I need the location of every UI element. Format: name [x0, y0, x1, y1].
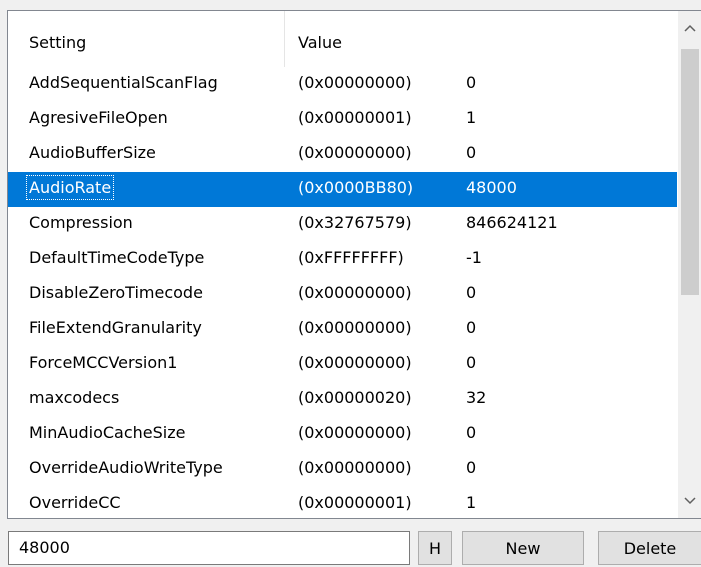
hex-value-cell: (0x0000BB80): [298, 178, 414, 197]
decimal-value-cell: 0: [466, 458, 477, 477]
hex-value-cell: (0x00000001): [298, 108, 412, 127]
setting-name-cell: ForceMCCVersion1: [29, 353, 178, 372]
hex-value-cell: (0x00000000): [298, 423, 412, 442]
settings-rows: AddSequentialScanFlag (0x00000000) 0 Agresi…: [8, 67, 677, 518]
table-row[interactable]: ForceMCCVersion1 (0x00000000) 0: [8, 347, 677, 382]
decimal-value-cell: 32: [466, 388, 487, 407]
hex-value-cell: (0x00000001): [298, 493, 412, 512]
decimal-value-cell: 1: [466, 108, 477, 127]
table-row[interactable]: AudioRate (0x0000BB80) 48000: [8, 172, 677, 207]
decimal-value-cell: 846624121: [466, 213, 558, 232]
setting-name-cell: AudioRate: [25, 175, 115, 200]
hex-value-cell: (0x00000000): [298, 143, 412, 162]
setting-name-cell: DisableZeroTimecode: [29, 283, 203, 302]
registry-settings-panel: Setting Value AddSequentialScanFlag (0x00…: [0, 0, 701, 567]
table-row[interactable]: DisableZeroTimecode (0x00000000) 0: [8, 277, 677, 312]
decimal-value-cell: 1: [466, 493, 477, 512]
setting-name-cell: MinAudioCacheSize: [29, 423, 186, 442]
setting-name-cell: maxcodecs: [29, 388, 120, 407]
table-row[interactable]: MinAudioCacheSize (0x00000000) 0: [8, 417, 677, 452]
setting-name-cell: DefaultTimeCodeType: [29, 248, 205, 267]
decimal-value-cell: 0: [466, 353, 477, 372]
table-row[interactable]: Compression (0x32767579) 846624121: [8, 207, 677, 242]
settings-list[interactable]: Setting Value AddSequentialScanFlag (0x00…: [7, 10, 701, 519]
setting-name-cell: OverrideAudioWriteType: [29, 458, 223, 477]
table-row[interactable]: OverrideAudioWriteType (0x00000000) 0: [8, 452, 677, 487]
column-header-value[interactable]: Value: [298, 33, 342, 52]
new-button[interactable]: New: [462, 531, 584, 565]
hex-value-cell: (0x00000000): [298, 283, 412, 302]
hex-value-cell: (0x00000000): [298, 353, 412, 372]
hex-value-cell: (0xFFFFFFFF): [298, 248, 404, 267]
hex-value-cell: (0x32767579): [298, 213, 412, 232]
vertical-scrollbar[interactable]: [678, 11, 701, 518]
table-row[interactable]: AddSequentialScanFlag (0x00000000) 0: [8, 67, 677, 102]
scrollbar-thumb[interactable]: [681, 49, 699, 295]
chevron-down-icon[interactable]: [678, 484, 701, 518]
decimal-value-cell: 0: [466, 283, 477, 302]
decimal-value-cell: 0: [466, 73, 477, 92]
setting-name-cell: AgresiveFileOpen: [29, 108, 168, 127]
hex-value-cell: (0x00000000): [298, 458, 412, 477]
table-row[interactable]: DefaultTimeCodeType (0xFFFFFFFF) -1: [8, 242, 677, 277]
table-row[interactable]: OverrideCC (0x00000001) 1: [8, 487, 677, 518]
decimal-value-cell: 0: [466, 318, 477, 337]
table-row[interactable]: AudioBufferSize (0x00000000) 0: [8, 137, 677, 172]
column-divider[interactable]: [284, 11, 285, 67]
table-row[interactable]: AgresiveFileOpen (0x00000001) 1: [8, 102, 677, 137]
decimal-value-cell: -1: [466, 248, 482, 267]
setting-name-cell: FileExtendGranularity: [29, 318, 202, 337]
list-header: Setting Value: [8, 11, 677, 67]
value-input[interactable]: 48000: [8, 531, 410, 565]
hex-value-cell: (0x00000000): [298, 73, 412, 92]
delete-button[interactable]: Delete: [598, 531, 701, 565]
decimal-value-cell: 48000: [466, 178, 517, 197]
table-row[interactable]: maxcodecs (0x00000020) 32: [8, 382, 677, 417]
setting-name-cell: AudioBufferSize: [29, 143, 156, 162]
hex-value-cell: (0x00000020): [298, 388, 412, 407]
hex-toggle-button[interactable]: H: [418, 531, 452, 565]
hex-value-cell: (0x00000000): [298, 318, 412, 337]
editor-bar: 48000 H New Delete: [0, 520, 701, 567]
chevron-up-icon[interactable]: [678, 11, 701, 45]
table-row[interactable]: FileExtendGranularity (0x00000000) 0: [8, 312, 677, 347]
decimal-value-cell: 0: [466, 143, 477, 162]
column-header-setting[interactable]: Setting: [29, 33, 86, 52]
setting-name-cell: Compression: [29, 213, 133, 232]
setting-name-cell: OverrideCC: [29, 493, 121, 512]
setting-name-cell: AddSequentialScanFlag: [29, 73, 218, 92]
decimal-value-cell: 0: [466, 423, 477, 442]
